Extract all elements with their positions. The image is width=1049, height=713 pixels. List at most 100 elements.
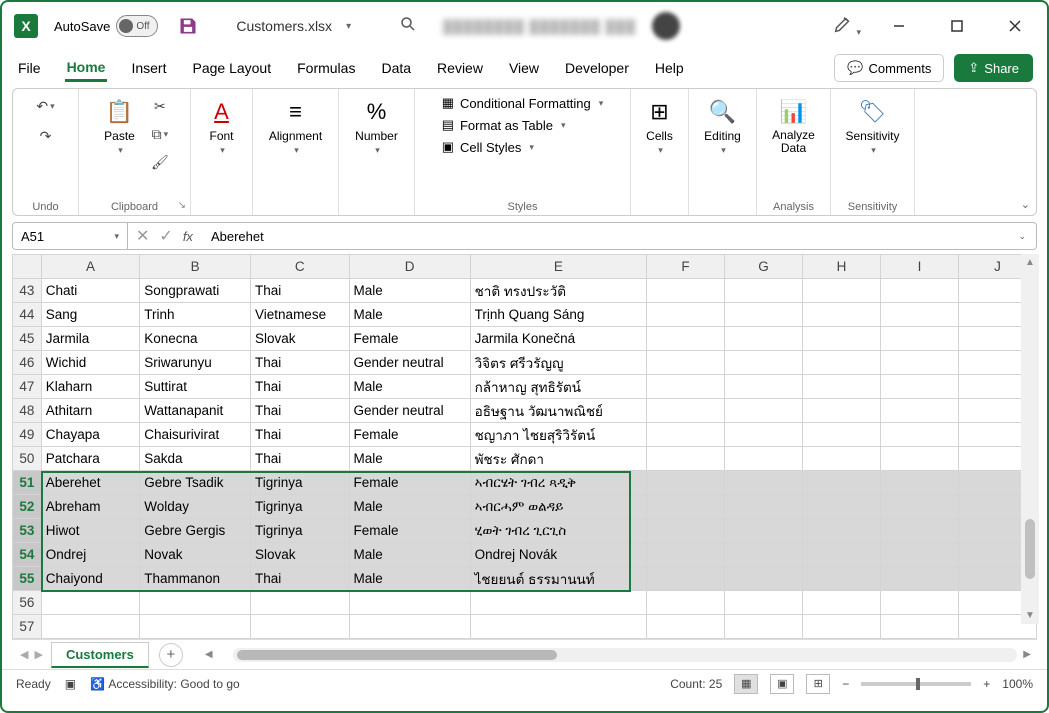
autosave-toggle[interactable]: AutoSave Off — [54, 15, 158, 37]
horizontal-scrollbar[interactable] — [233, 648, 1018, 662]
zoom-knob[interactable] — [916, 678, 920, 690]
cell[interactable] — [647, 615, 725, 639]
zoom-out-button[interactable]: − — [842, 677, 849, 691]
cell[interactable]: Chaisurivirat — [140, 423, 251, 447]
number-button[interactable]: % Number▾ — [349, 95, 404, 158]
format-painter-button[interactable]: 🖌 — [149, 151, 171, 173]
close-button[interactable] — [995, 11, 1035, 41]
cell[interactable]: Suttirat — [140, 375, 251, 399]
cell[interactable] — [803, 471, 881, 495]
formula-expand-icon[interactable]: ⌄ — [1018, 231, 1026, 242]
copy-button[interactable]: ⧉▾ — [149, 123, 171, 145]
cell[interactable]: Thai — [251, 351, 350, 375]
cell[interactable] — [880, 567, 958, 591]
cell[interactable]: ชาติ ทรงประวัติ — [470, 279, 646, 303]
sheet-table[interactable]: ABCDEFGHIJ 43ChatiSongprawatiThaiMaleชาต… — [12, 254, 1037, 639]
cell[interactable] — [803, 399, 881, 423]
cell[interactable] — [880, 615, 958, 639]
cell-styles-button[interactable]: ▣Cell Styles▾ — [442, 139, 534, 155]
ribbon-collapse-icon[interactable]: ⌄ — [1021, 198, 1030, 211]
cell[interactable]: Male — [349, 447, 470, 471]
row-header[interactable]: 43 — [13, 279, 42, 303]
row-header[interactable]: 44 — [13, 303, 42, 327]
maximize-button[interactable] — [937, 11, 977, 41]
cell[interactable] — [725, 351, 803, 375]
cell[interactable] — [803, 423, 881, 447]
cell[interactable] — [803, 495, 881, 519]
cell[interactable]: Thai — [251, 375, 350, 399]
comments-button[interactable]: 💬 Comments — [834, 54, 944, 82]
cell[interactable]: กล้าหาญ สุทธิรัตน์ — [470, 375, 646, 399]
cell[interactable]: Aberehet — [41, 471, 140, 495]
cell[interactable]: Male — [349, 375, 470, 399]
row-header[interactable]: 56 — [13, 591, 42, 615]
row-header[interactable]: 55 — [13, 567, 42, 591]
tab-page-layout[interactable]: Page Layout — [190, 56, 273, 80]
undo-button[interactable]: ↶▾ — [35, 95, 57, 117]
sheet-nav[interactable]: ◀▶ — [12, 648, 51, 661]
filename[interactable]: Customers.xlsx — [236, 18, 332, 34]
cell[interactable]: Male — [349, 279, 470, 303]
cell[interactable] — [803, 351, 881, 375]
avatar[interactable] — [652, 12, 680, 40]
cell[interactable]: Jarmila — [41, 327, 140, 351]
cell[interactable] — [251, 591, 350, 615]
tab-formulas[interactable]: Formulas — [295, 56, 357, 80]
cell[interactable] — [41, 615, 140, 639]
cell[interactable] — [647, 399, 725, 423]
cell[interactable] — [803, 591, 881, 615]
paste-button[interactable]: 📋 Paste ▾ — [98, 95, 141, 158]
cell[interactable]: Male — [349, 567, 470, 591]
conditional-formatting-button[interactable]: ▦Conditional Formatting▾ — [442, 95, 604, 111]
cell[interactable]: Female — [349, 519, 470, 543]
cell[interactable] — [725, 543, 803, 567]
tab-data[interactable]: Data — [379, 56, 413, 80]
save-icon[interactable] — [178, 16, 198, 36]
cell[interactable]: Sang — [41, 303, 140, 327]
cell[interactable]: Thai — [251, 567, 350, 591]
cell[interactable] — [803, 447, 881, 471]
cell[interactable]: Trinh — [140, 303, 251, 327]
font-button[interactable]: A Font▾ — [201, 95, 243, 158]
cell[interactable]: ชญาภา ไชยสุริวิรัตน์ — [470, 423, 646, 447]
cell[interactable] — [725, 495, 803, 519]
cells-button[interactable]: ⊞ Cells▾ — [639, 95, 681, 158]
cell[interactable] — [725, 327, 803, 351]
cell[interactable] — [41, 591, 140, 615]
row-header[interactable]: 52 — [13, 495, 42, 519]
pencil-icon[interactable]: ▾ — [832, 13, 861, 40]
cell[interactable]: Sriwarunyu — [140, 351, 251, 375]
cell[interactable]: Gender neutral — [349, 399, 470, 423]
column-header-D[interactable]: D — [349, 255, 470, 279]
cell[interactable]: Tigrinya — [251, 471, 350, 495]
cell[interactable] — [647, 495, 725, 519]
cell[interactable] — [647, 447, 725, 471]
search-icon[interactable] — [399, 15, 417, 38]
cell[interactable]: Chaiyond — [41, 567, 140, 591]
cell[interactable]: วิจิตร ศรีวรัญญู — [470, 351, 646, 375]
cell[interactable]: อธิษฐาน วัฒนาพณิชย์ — [470, 399, 646, 423]
next-sheet-icon[interactable]: ▶ — [34, 648, 42, 661]
row-header[interactable]: 48 — [13, 399, 42, 423]
zoom-level[interactable]: 100% — [1002, 677, 1033, 691]
cell[interactable]: Gebre Tsadik — [140, 471, 251, 495]
cell[interactable]: Thai — [251, 399, 350, 423]
cell[interactable] — [647, 351, 725, 375]
cell[interactable]: Male — [349, 303, 470, 327]
cell[interactable]: ኣብርሓም ወልዳይ — [470, 495, 646, 519]
tab-home[interactable]: Home — [65, 55, 108, 82]
tab-review[interactable]: Review — [435, 56, 485, 80]
cell[interactable]: Vietnamese — [251, 303, 350, 327]
formula-input[interactable]: Aberehet ⌄ — [201, 222, 1037, 250]
cell[interactable]: Chati — [41, 279, 140, 303]
cell[interactable] — [880, 495, 958, 519]
cell[interactable] — [880, 399, 958, 423]
cell[interactable] — [140, 615, 251, 639]
cell[interactable]: Thai — [251, 279, 350, 303]
column-header-A[interactable]: A — [41, 255, 140, 279]
cut-button[interactable]: ✂ — [149, 95, 171, 117]
cancel-formula-icon[interactable]: ✕ — [136, 226, 149, 246]
cell[interactable] — [803, 519, 881, 543]
cell[interactable] — [647, 567, 725, 591]
cell[interactable] — [647, 423, 725, 447]
